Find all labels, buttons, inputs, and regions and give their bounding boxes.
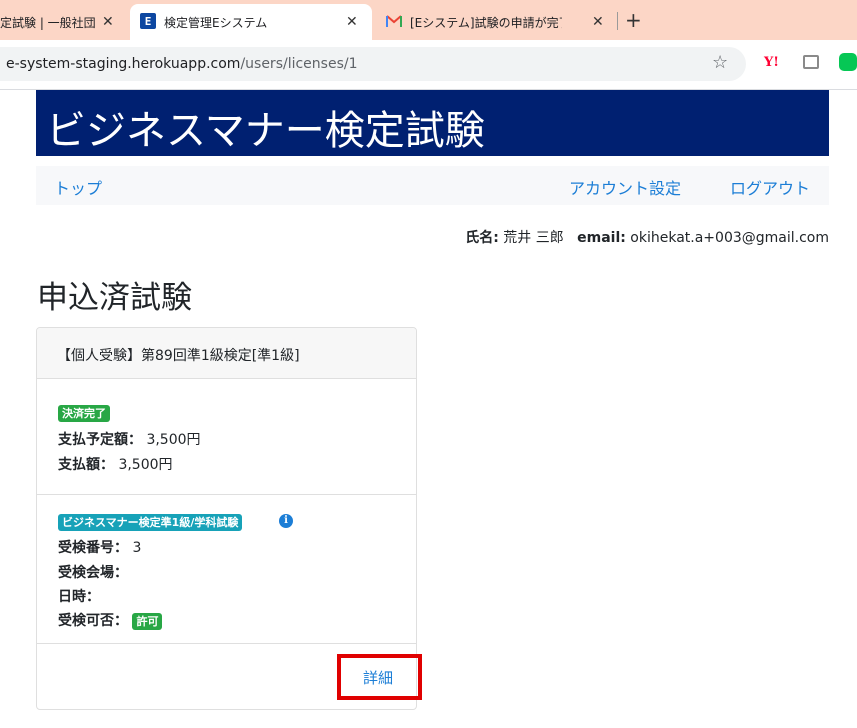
line-extension-icon[interactable] [839, 53, 857, 71]
exam-number-row: 受検番号： 3 [58, 540, 142, 556]
browser-tab-3[interactable]: [Eシステム]試験の申請が完了しまし ✕ [380, 4, 616, 40]
tab-title: 定試験 | 一般社団 [0, 15, 96, 30]
section-divider [37, 494, 416, 495]
name-label: 氏名: [465, 230, 499, 246]
url-text: e-system-staging.herokuapp.com/users/lic… [6, 56, 358, 72]
tab-title: 検定管理Eシステム [164, 15, 268, 30]
browser-tab-strip: 定試験 | 一般社団 ✕ E 検定管理Eシステム ✕ [Eシステム]試験の申請が… [0, 0, 857, 40]
user-email: okihekat.a+003@gmail.com [630, 230, 829, 246]
detail-link[interactable]: 詳細 [363, 667, 393, 688]
email-label: email: [577, 230, 626, 246]
exam-title: 【個人受験】第89回準1級検定[準1級] [57, 348, 300, 364]
exam-card: 【個人受験】第89回準1級検定[準1級] 決済完了 支払予定額： 3,500円 … [36, 327, 422, 710]
card-header: 【個人受験】第89回準1級検定[準1級] [37, 328, 416, 379]
tab-title: [Eシステム]試験の申請が完了しまし [410, 15, 562, 30]
planned-amount-row: 支払予定額： 3,500円 [58, 432, 201, 448]
browser-tab-active[interactable]: E 検定管理Eシステム ✕ [130, 4, 372, 40]
close-icon[interactable]: ✕ [346, 14, 358, 30]
site-favicon-icon: E [140, 13, 156, 29]
browser-tab-1[interactable]: 定試験 | 一般社団 ✕ [0, 4, 128, 40]
new-tab-button[interactable]: + [625, 8, 642, 32]
address-bar[interactable]: e-system-staging.herokuapp.com/users/lic… [0, 47, 746, 81]
user-name: 荒井 三郎 [503, 230, 564, 246]
exam-approval-row: 受検可否： 許可 [58, 610, 163, 630]
site-title: ビジネスマナー検定試験 [46, 108, 485, 154]
approval-badge: 許可 [132, 613, 163, 630]
gmail-icon [386, 15, 402, 27]
page-title: 申込済試験 [37, 280, 192, 316]
close-icon[interactable]: ✕ [592, 14, 604, 30]
section-divider [37, 643, 416, 644]
exam-type-badge: ビジネスマナー検定準1級/学科試験 [58, 514, 243, 531]
exam-datetime-row: 日時： [58, 589, 100, 605]
bookmark-star-icon[interactable]: ☆ [712, 52, 728, 73]
user-info: 氏名: 荒井 三郎 email: okihekat.a+003@gmail.co… [465, 227, 829, 247]
printer-extension-icon[interactable] [803, 55, 819, 69]
nav-top-link[interactable]: トップ [54, 175, 102, 199]
payment-status-badge: 決済完了 [58, 405, 110, 422]
exam-venue-row: 受検会場： [58, 565, 128, 581]
nav-account-settings-link[interactable]: アカウント設定 [569, 175, 681, 199]
paid-amount-row: 支払額： 3,500円 [58, 457, 173, 473]
nav-logout-link[interactable]: ログアウト [730, 175, 810, 199]
close-icon[interactable]: ✕ [102, 14, 114, 30]
yahoo-extension-icon[interactable]: Y! [764, 55, 779, 70]
tab-separator [617, 12, 618, 30]
browser-toolbar: e-system-staging.herokuapp.com/users/lic… [0, 40, 857, 90]
site-banner: ビジネスマナー検定試験 [36, 90, 829, 156]
info-icon[interactable]: i [279, 514, 293, 528]
site-navbar: トップ アカウント設定 ログアウト [36, 166, 829, 205]
detail-highlight-box: 詳細 [337, 654, 422, 700]
